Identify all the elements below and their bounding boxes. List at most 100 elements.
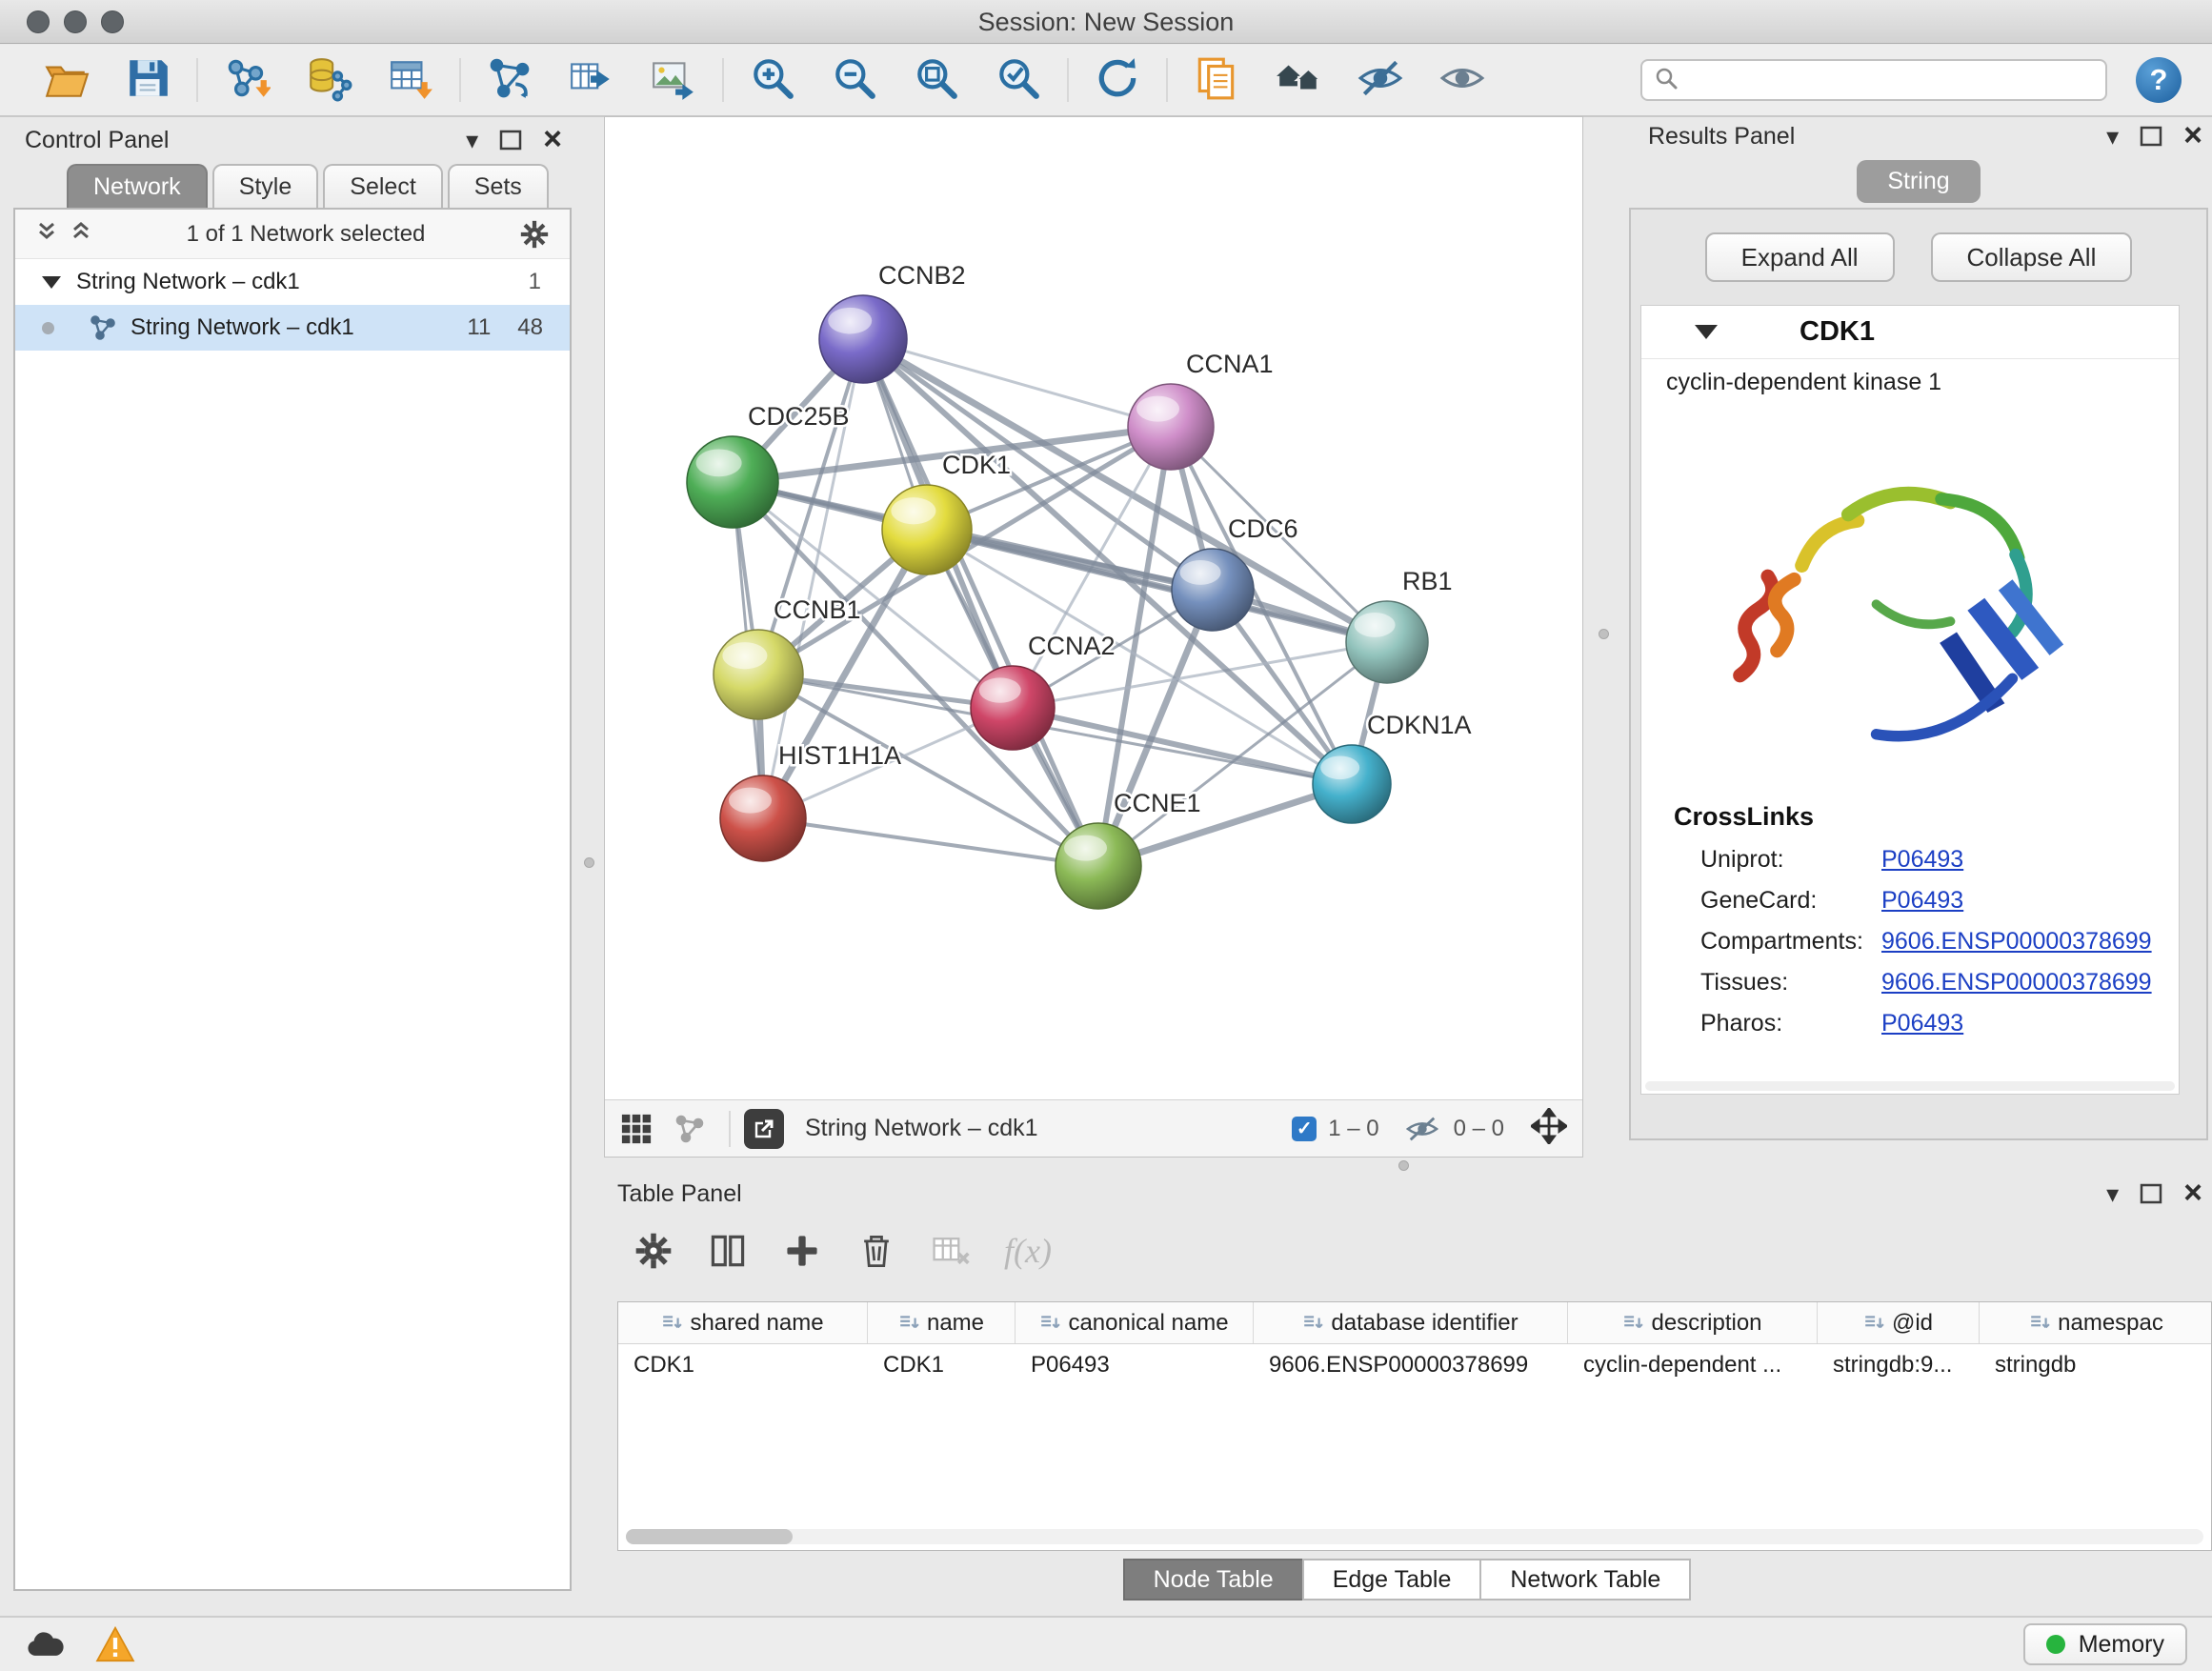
float-panel-icon[interactable] bbox=[2140, 126, 2162, 147]
column-header-canonical-name[interactable]: canonical name bbox=[1016, 1302, 1254, 1343]
crosslink-value-link[interactable]: P06493 bbox=[1881, 887, 1963, 915]
open-in-new-window-button[interactable] bbox=[744, 1109, 784, 1149]
column-header-name[interactable]: name bbox=[868, 1302, 1016, 1343]
network-from-table-button[interactable] bbox=[551, 51, 633, 109]
cloud-icon[interactable] bbox=[25, 1630, 67, 1659]
panel-menu-icon[interactable]: ▾ bbox=[2106, 1181, 2119, 1206]
tab-sets[interactable]: Sets bbox=[448, 164, 549, 208]
zoom-out-button[interactable] bbox=[814, 51, 895, 109]
expand-all-button[interactable]: Expand All bbox=[1705, 232, 1895, 282]
network-node-ccna2[interactable] bbox=[971, 666, 1055, 750]
zoom-fit-button[interactable] bbox=[895, 51, 977, 109]
horizontal-splitter-handle[interactable] bbox=[1398, 1160, 1409, 1171]
column-label: @id bbox=[1892, 1310, 1933, 1337]
export-image-button[interactable] bbox=[633, 51, 714, 109]
network-node-cdc6[interactable] bbox=[1172, 549, 1254, 631]
tab-network-table[interactable]: Network Table bbox=[1479, 1559, 1691, 1601]
zoom-selected-button[interactable] bbox=[977, 51, 1059, 109]
tab-network[interactable]: Network bbox=[67, 164, 208, 208]
tab-node-table[interactable]: Node Table bbox=[1123, 1559, 1304, 1601]
refresh-layout-button[interactable] bbox=[1076, 51, 1158, 109]
show-all-button[interactable] bbox=[1421, 51, 1503, 109]
network-options-gear-icon[interactable] bbox=[518, 218, 551, 251]
tab-edge-table[interactable]: Edge Table bbox=[1302, 1559, 1482, 1601]
network-node-ccnb2[interactable] bbox=[819, 295, 907, 383]
network-node-ccne1[interactable] bbox=[1056, 823, 1141, 909]
duplicate-document-button[interactable] bbox=[1176, 51, 1257, 109]
crosslink-value-link[interactable]: P06493 bbox=[1881, 1010, 1963, 1037]
selected-checkbox-icon[interactable]: ✓ bbox=[1292, 1117, 1317, 1141]
close-panel-icon[interactable]: × bbox=[2183, 1180, 2202, 1206]
crosslink-value-link[interactable]: 9606.ENSP00000378699 bbox=[1881, 928, 2152, 956]
protein-card: CDK1 cyclin-dependent kinase 1 Cross bbox=[1640, 305, 2180, 1095]
network-row[interactable]: String Network – cdk1 11 48 bbox=[15, 305, 570, 351]
column-header--id[interactable]: @id bbox=[1818, 1302, 1980, 1343]
left-splitter-handle[interactable] bbox=[584, 857, 594, 868]
network-overview-icon[interactable] bbox=[674, 1113, 706, 1145]
network-collection-row[interactable]: String Network – cdk1 1 bbox=[15, 259, 570, 305]
protein-card-header[interactable]: CDK1 bbox=[1641, 306, 2179, 359]
column-header-description[interactable]: description bbox=[1568, 1302, 1818, 1343]
zoom-in-button[interactable] bbox=[732, 51, 814, 109]
search-box[interactable] bbox=[1640, 59, 2107, 101]
collection-expand-icon[interactable] bbox=[42, 276, 61, 289]
collapse-tree-icon[interactable] bbox=[69, 219, 93, 249]
memory-button[interactable]: Memory bbox=[2023, 1623, 2187, 1665]
hidden-eye-slash-icon[interactable] bbox=[1406, 1113, 1438, 1145]
column-header-namespac[interactable]: namespac bbox=[1980, 1302, 2211, 1343]
network-edge[interactable] bbox=[1013, 708, 1352, 784]
warning-icon[interactable] bbox=[95, 1626, 135, 1662]
expand-tree-icon[interactable] bbox=[34, 219, 59, 249]
hide-selected-button[interactable] bbox=[1339, 51, 1421, 109]
birds-eye-view-icon[interactable] bbox=[620, 1113, 653, 1145]
scrollbar-thumb[interactable] bbox=[626, 1529, 793, 1544]
column-header-database-identifier[interactable]: database identifier bbox=[1254, 1302, 1568, 1343]
close-panel-icon[interactable]: × bbox=[2183, 123, 2202, 149]
save-session-button[interactable] bbox=[107, 51, 189, 109]
show-columns-icon[interactable] bbox=[707, 1230, 749, 1272]
pan-mode-icon[interactable] bbox=[1531, 1108, 1567, 1149]
network-node-ccna1[interactable] bbox=[1128, 384, 1214, 470]
import-network-file-button[interactable] bbox=[206, 51, 288, 109]
import-network-database-button[interactable] bbox=[288, 51, 370, 109]
close-panel-icon[interactable]: × bbox=[543, 127, 562, 152]
add-column-icon[interactable] bbox=[781, 1230, 823, 1272]
import-table-button[interactable] bbox=[370, 51, 452, 109]
new-network-button[interactable] bbox=[469, 51, 551, 109]
network-node-hist1h1a[interactable] bbox=[720, 775, 806, 861]
network-edge[interactable] bbox=[863, 339, 1098, 866]
table-horizontal-scrollbar[interactable] bbox=[626, 1529, 2203, 1544]
delete-column-icon[interactable] bbox=[855, 1230, 897, 1272]
network-node-ccnb1[interactable] bbox=[714, 630, 803, 719]
tab-style[interactable]: Style bbox=[212, 164, 319, 208]
card-horizontal-scrollbar[interactable] bbox=[1645, 1081, 2175, 1091]
network-canvas[interactable]: CCNB2CCNA1CDC25BCDK1CDC6RB1CCNB1CCNA2CDK… bbox=[605, 117, 1582, 1099]
collapse-section-icon[interactable] bbox=[1695, 325, 1718, 339]
crosslink-value-link[interactable]: 9606.ENSP00000378699 bbox=[1881, 969, 2152, 997]
right-splitter-handle[interactable] bbox=[1599, 629, 1609, 639]
network-edge[interactable] bbox=[1098, 590, 1213, 866]
help-button[interactable]: ? bbox=[2136, 57, 2182, 103]
collapse-all-button[interactable]: Collapse All bbox=[1931, 232, 2133, 282]
network-node-cdk1[interactable] bbox=[882, 485, 972, 574]
float-panel-icon[interactable] bbox=[2140, 1183, 2162, 1204]
crosslink-value-link[interactable]: P06493 bbox=[1881, 846, 1963, 874]
tab-select[interactable]: Select bbox=[323, 164, 442, 208]
open-session-button[interactable] bbox=[25, 51, 107, 109]
network-node-label: RB1 bbox=[1402, 567, 1453, 595]
float-panel-icon[interactable] bbox=[499, 130, 522, 151]
network-node-cdkn1a[interactable] bbox=[1313, 745, 1391, 823]
table-options-gear-icon[interactable] bbox=[633, 1230, 674, 1272]
network-node-cdc25b[interactable] bbox=[687, 436, 778, 528]
search-input[interactable] bbox=[1688, 67, 2094, 93]
string-tab-badge[interactable]: String bbox=[1857, 160, 1980, 203]
network-edge[interactable] bbox=[763, 818, 1098, 866]
network-node-rb1[interactable] bbox=[1346, 601, 1428, 683]
current-network-indicator bbox=[42, 322, 54, 334]
panel-menu-icon[interactable]: ▾ bbox=[2106, 124, 2119, 149]
network-edge[interactable] bbox=[927, 530, 1387, 642]
column-header-shared-name[interactable]: shared name bbox=[618, 1302, 868, 1343]
panel-menu-icon[interactable]: ▾ bbox=[466, 128, 478, 152]
first-neighbors-button[interactable] bbox=[1257, 51, 1339, 109]
table-row[interactable]: CDK1CDK1P064939606.ENSP00000378699cyclin… bbox=[618, 1344, 2211, 1386]
